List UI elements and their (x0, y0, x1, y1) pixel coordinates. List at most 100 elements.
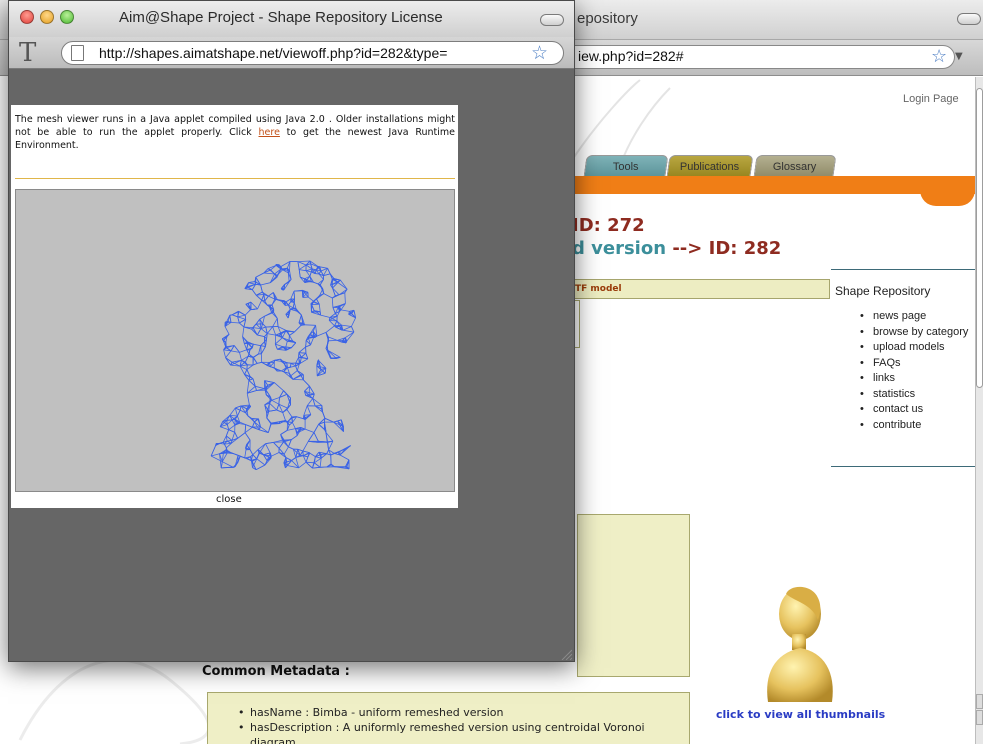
zoom-window-button[interactable] (60, 10, 74, 24)
mesh-edge (252, 363, 258, 366)
tab-label: Tools (613, 161, 639, 173)
mesh-edge (225, 357, 231, 366)
mesh-edge (251, 308, 258, 310)
model-header-bar: TF model (560, 279, 830, 299)
original-id-heading: ID: 272 (572, 215, 645, 236)
mesh-edge (262, 323, 267, 328)
mesh-edge (269, 402, 277, 411)
sidebar-item-contact-us[interactable]: contact us (860, 402, 972, 418)
sidebar-item-links[interactable]: links (860, 371, 972, 387)
minimize-window-button[interactable] (40, 10, 54, 24)
mesh-edge (294, 325, 302, 333)
mesh-edge (334, 320, 338, 326)
view-thumbnails-link[interactable]: click to view all thumbnails (716, 708, 885, 721)
mesh-edge (290, 365, 296, 368)
wireframe-bust-mesh[interactable] (16, 190, 454, 491)
mesh-edge (257, 300, 263, 310)
mesh-edge (326, 449, 329, 454)
mesh-edge (246, 349, 250, 355)
mesh-edge (289, 331, 295, 336)
mesh-edge (210, 444, 217, 457)
mesh-edge (331, 297, 334, 308)
scroll-down-button[interactable] (976, 710, 983, 725)
mesh-edge (306, 398, 314, 407)
mesh-edge (299, 269, 307, 272)
java-download-link[interactable]: here (259, 127, 280, 138)
mesh-edge (260, 346, 266, 354)
bust-thumbnail[interactable] (760, 584, 840, 704)
sidebar-item-faqs[interactable]: FAQs (860, 356, 972, 372)
mesh-edge (290, 362, 296, 367)
mesh-edge (273, 442, 280, 449)
mesh-edge (248, 282, 256, 285)
mesh-edge (290, 370, 298, 377)
toolbar-toggle-button[interactable] (540, 14, 564, 26)
mesh-edge (286, 362, 292, 364)
tab-publications[interactable]: Publications (666, 155, 754, 177)
viewer-popup-window: Aim@Shape Project - Shape Repository Lic… (8, 0, 575, 662)
mesh-edge (278, 397, 280, 405)
mesh-edge (313, 281, 319, 285)
mesh-edge (292, 379, 304, 381)
mesh-edge (328, 440, 334, 451)
mesh-edge (330, 451, 339, 456)
mesh-edge (302, 450, 310, 453)
mesh-edge (249, 449, 254, 455)
scroll-up-button[interactable] (976, 694, 983, 709)
mesh-edge (268, 295, 275, 300)
mesh-edge (346, 331, 355, 342)
bookmark-star-icon[interactable]: ☆ (531, 42, 548, 64)
mesh-edge (297, 261, 307, 266)
sidebar-item-news-page[interactable]: news page (860, 309, 972, 325)
sidebar-item-statistics[interactable]: statistics (860, 387, 972, 403)
close-window-button[interactable] (20, 10, 34, 24)
mesh-edge (340, 309, 350, 312)
chevron-down-icon[interactable]: ▼ (955, 51, 963, 62)
mesh-edge (309, 452, 316, 457)
mesh-edge (276, 404, 280, 411)
login-link[interactable]: Login Page (903, 93, 959, 105)
metadata-list: hasName : Bimba - uniform remeshed versi… (238, 705, 678, 744)
mesh-edge (246, 364, 254, 370)
mesh-edge (298, 264, 307, 270)
mesh-edge (297, 261, 300, 270)
background-window-title: epository (577, 10, 638, 27)
mesh-edge (296, 416, 304, 420)
tab-tools[interactable]: Tools (583, 155, 669, 177)
mesh-edge (327, 442, 329, 450)
toolbar-toggle-button[interactable] (957, 13, 981, 25)
mesh-edge (266, 326, 273, 334)
page-icon (71, 45, 84, 61)
mesh-edge (307, 432, 315, 442)
mesh-edge (226, 440, 232, 444)
mesh-edge (242, 326, 245, 337)
close-viewer-link[interactable]: close (216, 494, 242, 505)
mesh-edge (304, 428, 315, 433)
mesh-edge (260, 341, 265, 346)
bookmark-star-icon[interactable]: ☆ (931, 46, 947, 67)
sidebar-item-browse-by-category[interactable]: browse by category (860, 325, 972, 341)
mesh-edge (237, 314, 246, 318)
mesh-edge (257, 334, 265, 337)
resize-grip-icon[interactable] (560, 648, 572, 660)
tab-glossary[interactable]: Glossary (753, 155, 837, 177)
mesh-edge (225, 429, 230, 437)
sidebar-item-upload-models[interactable]: upload models (860, 340, 972, 356)
mesh-edge (287, 428, 296, 431)
mesh-edge (292, 422, 296, 429)
heading-id-text: --> ID: 282 (672, 238, 782, 259)
popup-address-text[interactable]: http://shapes.aimatshape.net/viewoff.php… (99, 45, 447, 61)
mesh-edge (305, 353, 309, 359)
mesh-edge (264, 295, 269, 302)
mesh-edge (253, 343, 261, 347)
text-size-icon[interactable]: T (19, 37, 36, 69)
mesh-edge (261, 294, 265, 301)
mesh-edge (305, 461, 315, 464)
mesh-edge (316, 332, 327, 337)
mesh-edge (274, 382, 284, 392)
mesh-edge (342, 326, 352, 331)
background-scrollbar-thumb[interactable] (976, 88, 983, 388)
background-address-text[interactable]: iew.php?id=282# (578, 48, 684, 64)
java-mesh-applet[interactable] (15, 189, 455, 492)
sidebar-item-contribute[interactable]: contribute (860, 418, 972, 434)
